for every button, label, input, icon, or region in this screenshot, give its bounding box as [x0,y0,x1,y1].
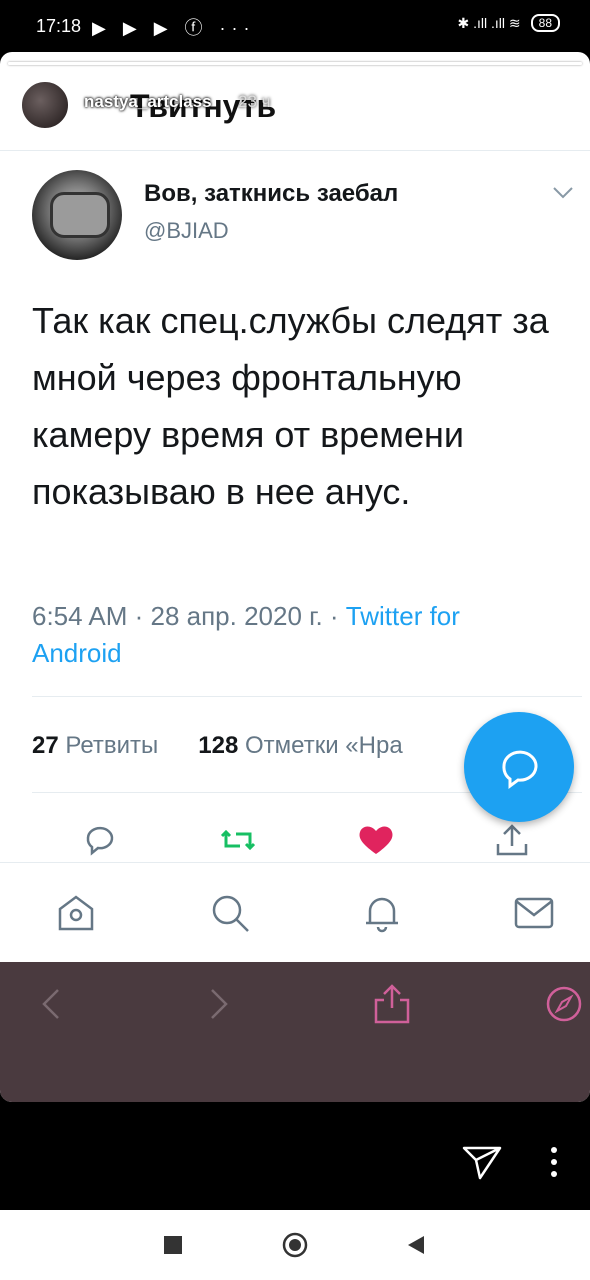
more-options-icon[interactable] [548,1146,560,1183]
likes-count[interactable]: 128 [198,732,238,759]
tweet-text: Так как спец.службы следят за мной через… [32,300,549,512]
tweet-author-handle[interactable]: @BJIAD [144,218,229,244]
system-navigation-bar [0,1210,590,1280]
send-icon[interactable] [462,1144,502,1185]
retweet-icon[interactable] [218,820,258,860]
back-triangle-icon[interactable] [404,1234,426,1261]
browser-toolbar [0,962,590,1102]
like-heart-icon[interactable] [356,820,396,860]
notification-icons: ▶ ▶ ▶ ⓕ ··· [92,18,256,38]
status-bar: 17:18 ▶ ▶ ▶ ⓕ ··· ✱ .ıll .ıll ≋ 88 [0,0,590,52]
likes-label[interactable]: Отметки «Нра [245,732,403,759]
forward-arrow-icon[interactable] [196,982,240,1026]
story-header: Твитнуть nastya_artclass 23 ч [0,66,590,151]
share-icon[interactable] [492,820,532,860]
reply-icon[interactable] [80,820,120,860]
story-avatar[interactable] [20,80,70,130]
compose-reply-button[interactable] [464,712,574,822]
status-time: 17:18 [36,16,82,36]
tweet-stats: 27 Ретвиты 128 Отметки «Нра [32,732,403,760]
share-upload-icon[interactable] [370,982,414,1026]
back-arrow-icon[interactable] [30,982,74,1026]
system-icons: ✱ .ıll .ıll ≋ 88 [457,14,560,32]
tweet-timestamp: 6:54 AM · 28 апр. 2020 г. · [32,601,346,631]
chevron-down-icon[interactable] [552,180,574,206]
signal-icon: ✱ .ıll .ıll ≋ [457,14,521,31]
compass-icon[interactable] [542,982,586,1026]
twitter-tab-bar [0,862,590,963]
story-time: 23 ч [238,92,271,111]
story-view[interactable]: Твитнуть nastya_artclass 23 ч Вов, заткн… [0,52,590,1102]
story-username[interactable]: nastya_artclass [84,92,212,112]
tweet-meta: 6:54 AM · 28 апр. 2020 г. · Twitter for … [32,598,552,672]
tweet-avatar[interactable] [32,170,122,260]
battery-icon: 88 [530,14,560,32]
divider [32,696,582,697]
home-icon[interactable] [54,891,98,935]
messages-mail-icon[interactable] [512,891,556,935]
tweet-author-name[interactable]: Вов, заткнись заебал [144,180,398,208]
story-progress-bar [8,62,582,65]
notifications-bell-icon[interactable] [360,891,404,935]
retweets-label[interactable]: Ретвиты [65,732,158,759]
home-circle-icon[interactable] [282,1232,308,1263]
recents-square-icon[interactable] [164,1236,182,1254]
retweets-count[interactable]: 27 [32,732,59,759]
search-icon[interactable] [208,891,252,935]
story-bottom-bar [0,1102,590,1210]
